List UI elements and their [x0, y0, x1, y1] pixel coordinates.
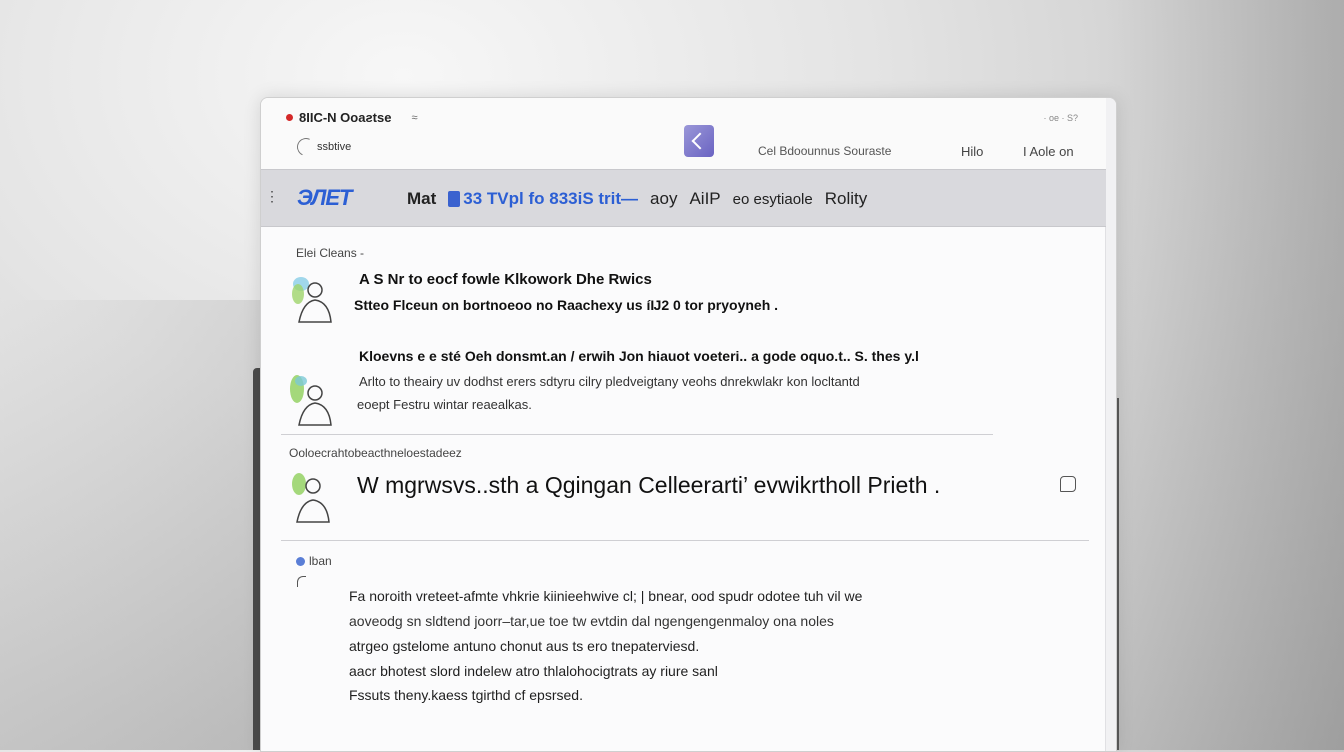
body-text-line: aoveodg sn sldtend joorr–tar,ue toe tw e…: [349, 613, 834, 629]
nav-item-code-label: 33 TVpl fo 833iS trit—: [463, 189, 639, 208]
body-text-line: atrgeo gstelome antuno chonut aus ts ero…: [349, 638, 700, 654]
body-text-line: aacr bhotest slord indelew atro thlaloho…: [349, 663, 718, 679]
drag-handle-icon[interactable]: ⋮: [265, 189, 279, 203]
scrollbar-track[interactable]: [1105, 98, 1116, 751]
nav-item-aoy[interactable]: aoy: [650, 189, 677, 209]
nav-item-eo[interactable]: eo esytiaole: [733, 191, 813, 208]
services-link[interactable]: Cel Bdoounnus Souraste: [758, 144, 891, 158]
nav-item-aiip[interactable]: AiIP: [689, 189, 720, 209]
search-arc-icon[interactable]: [294, 135, 318, 159]
comment-icon[interactable]: [1060, 476, 1076, 492]
avatar: [292, 473, 330, 523]
divider: [281, 540, 1089, 541]
body-text-line: Fa noroith vreteet-afmte vhkrie kiinieeh…: [349, 588, 863, 604]
featured-post[interactable]: W mgrwsvs..sth a Qgingan Celleerarti’ ev…: [357, 472, 940, 499]
app-logo-icon[interactable]: [684, 125, 714, 157]
main-content: Elei Cleans - A S Nr to eocf fowle Klkow…: [261, 226, 1106, 751]
browser-window: 8IIC-N Ooaƨtse ≈ ssbtive · oe · S? Cel B…: [260, 97, 1117, 752]
section-label-first: Elei Cleans -: [296, 246, 365, 260]
window-status: · oe · S?: [1043, 113, 1078, 123]
post-line: eoept Festru wintar reaealkas.: [357, 397, 532, 412]
nav-item-mat[interactable]: Mat: [407, 189, 436, 209]
body-text-line: Fssuts theny.kaess tgirthd cf epsrsed.: [349, 687, 583, 703]
divider: [281, 434, 993, 435]
record-dot-icon: [286, 114, 293, 121]
nav-items: Mat 33 TVpl fo 833iS trit— aoy AiIP eo e…: [407, 189, 867, 209]
reply-arrow-icon[interactable]: [297, 576, 306, 587]
app-subtitle: ssbtive: [317, 141, 352, 153]
hilo-link[interactable]: Hilo: [961, 144, 983, 159]
section-label-second: Ooloecrahtobeacthneloestadeez: [289, 446, 462, 460]
app-subtitle-row: ssbtive: [294, 135, 352, 159]
app-title: 8IIC-N Ooaƨtse: [299, 110, 392, 125]
background-shade-right: [1104, 0, 1344, 750]
author-avatar-icon: [296, 557, 305, 567]
caret-icon[interactable]: ≈: [411, 112, 417, 124]
post-title[interactable]: Kloevns e e sté Oeh donsmt.an / erwih Jo…: [359, 348, 919, 364]
nav-brand[interactable]: ЭЛЕТ: [297, 185, 352, 211]
top-header: 8IIC-N Ooaƨtse ≈ ssbtive · oe · S? Cel B…: [261, 98, 1106, 169]
avatar: [292, 277, 332, 323]
about-link[interactable]: I Aole on: [1023, 144, 1074, 159]
post-line: Arlto to theairy uv dodhst erers sdtyru …: [359, 374, 860, 389]
post-title[interactable]: A S Nr to eocf fowle Klkowork Dhe Rwics: [359, 271, 652, 288]
avatar: [290, 375, 332, 426]
author-name[interactable]: lban: [309, 554, 332, 568]
author-row: lban: [296, 554, 332, 568]
nav-item-code[interactable]: 33 TVpl fo 833iS trit—: [448, 189, 638, 209]
navigation-bar: ⋮ ЭЛЕТ Mat 33 TVpl fo 833iS trit— aoy Ai…: [261, 169, 1106, 227]
app-title-row: 8IIC-N Ooaƨtse ≈: [286, 110, 418, 125]
nav-item-rolity[interactable]: Rolity: [825, 189, 868, 209]
nav-chip-icon: [448, 191, 461, 207]
background-shade-left: [0, 300, 262, 750]
post-line: Stteo Flceun on bortnoeoo no Raachexy us…: [354, 297, 779, 313]
